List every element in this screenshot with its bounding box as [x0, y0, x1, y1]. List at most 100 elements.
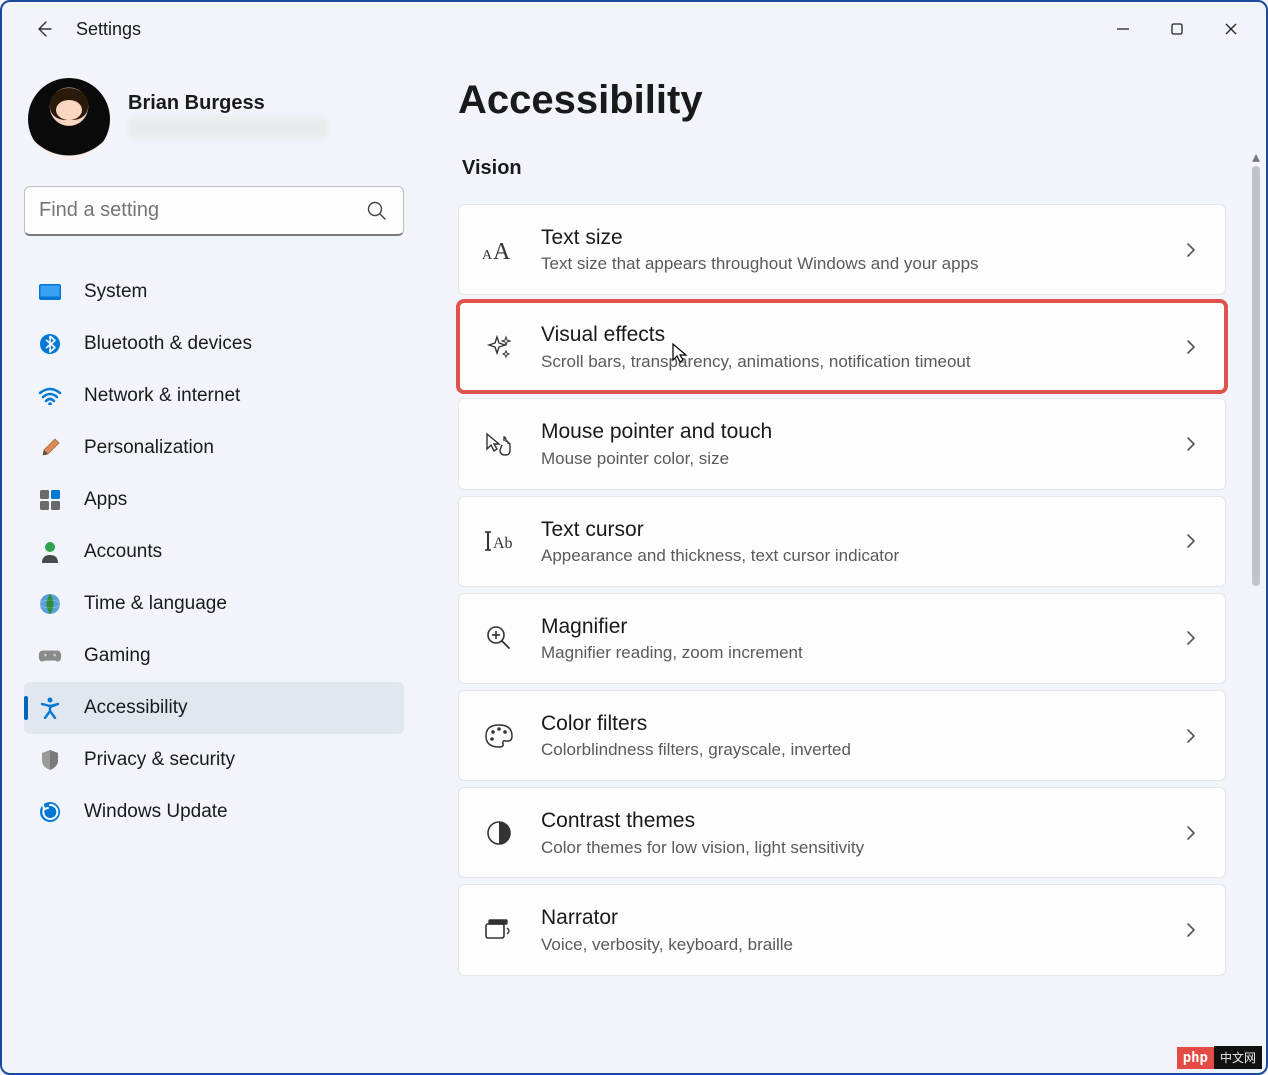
scroll-track[interactable]	[1252, 166, 1260, 1044]
search-icon	[366, 200, 388, 222]
card-visual-effects[interactable]: Visual effects Scroll bars, transparency…	[458, 301, 1226, 392]
chevron-right-icon	[1181, 240, 1201, 260]
sidebar-item-windows-update[interactable]: Windows Update	[24, 786, 404, 838]
wifi-icon	[38, 384, 62, 408]
gamepad-icon	[38, 644, 62, 668]
display-icon	[38, 280, 62, 304]
sidebar-item-personalization[interactable]: Personalization	[24, 422, 404, 474]
text-size-icon: AA	[481, 232, 517, 268]
avatar	[28, 78, 110, 160]
brush-icon	[38, 436, 62, 460]
card-subtitle: Color themes for low vision, light sensi…	[541, 836, 1169, 860]
maximize-button[interactable]	[1150, 11, 1204, 47]
card-title: Magnifier	[541, 612, 1169, 641]
apps-icon	[38, 488, 62, 512]
chevron-right-icon	[1181, 337, 1201, 357]
sidebar-item-bluetooth[interactable]: Bluetooth & devices	[24, 318, 404, 370]
page-title: Accessibility	[458, 78, 1226, 123]
card-mouse-pointer[interactable]: Mouse pointer and touch Mouse pointer co…	[458, 398, 1226, 489]
chevron-right-icon	[1181, 920, 1201, 940]
palette-icon	[481, 718, 517, 754]
search-input[interactable]	[24, 186, 404, 236]
sidebar-item-apps[interactable]: Apps	[24, 474, 404, 526]
update-icon	[38, 800, 62, 824]
sidebar-item-system[interactable]: System	[24, 266, 404, 318]
watermark-label-1: php	[1177, 1047, 1214, 1069]
minimize-icon	[1116, 22, 1130, 36]
sidebar-item-accounts[interactable]: Accounts	[24, 526, 404, 578]
sidebar-item-label: Network & internet	[84, 385, 240, 407]
chevron-right-icon	[1181, 726, 1201, 746]
sidebar-item-label: Bluetooth & devices	[84, 333, 252, 355]
maximize-icon	[1170, 22, 1184, 36]
chevron-right-icon	[1181, 434, 1201, 454]
person-icon	[38, 540, 62, 564]
user-name: Brian Burgess	[128, 92, 328, 115]
sparkle-icon	[481, 329, 517, 365]
card-title: Contrast themes	[541, 806, 1169, 835]
sidebar-item-network[interactable]: Network & internet	[24, 370, 404, 422]
card-list: AA Text size Text size that appears thro…	[458, 204, 1226, 976]
user-email-redacted	[128, 117, 328, 139]
chevron-right-icon	[1181, 823, 1201, 843]
scroll-up-arrow-icon[interactable]: ▴	[1250, 150, 1262, 164]
window-controls	[1096, 11, 1258, 47]
card-title: Color filters	[541, 709, 1169, 738]
svg-text:Ab: Ab	[493, 535, 513, 552]
scroll-thumb[interactable]	[1252, 166, 1260, 586]
pointer-touch-icon	[481, 426, 517, 462]
card-title: Text size	[541, 223, 1169, 252]
content: Accessibility Vision AA Text size Text s…	[422, 56, 1266, 1073]
sidebar: Brian Burgess System Bluetooth & devices…	[2, 56, 422, 1073]
text-cursor-icon: Ab	[481, 523, 517, 559]
magnifier-icon	[481, 620, 517, 656]
app-title: Settings	[76, 19, 141, 40]
search-container	[24, 186, 404, 236]
sidebar-item-accessibility[interactable]: Accessibility	[24, 682, 404, 734]
contrast-icon	[481, 815, 517, 851]
narrator-icon	[481, 912, 517, 948]
card-contrast-themes[interactable]: Contrast themes Color themes for low vis…	[458, 787, 1226, 878]
shield-icon	[38, 748, 62, 772]
sidebar-item-label: Apps	[84, 489, 127, 511]
sidebar-item-gaming[interactable]: Gaming	[24, 630, 404, 682]
close-button[interactable]	[1204, 11, 1258, 47]
card-color-filters[interactable]: Color filters Colorblindness filters, gr…	[458, 690, 1226, 781]
chevron-right-icon	[1181, 628, 1201, 648]
sidebar-item-label: Time & language	[84, 593, 227, 615]
card-title: Mouse pointer and touch	[541, 417, 1169, 446]
watermark-label-2: 中文网	[1214, 1046, 1262, 1069]
card-magnifier[interactable]: Magnifier Magnifier reading, zoom increm…	[458, 593, 1226, 684]
sidebar-item-label: Privacy & security	[84, 749, 235, 771]
sidebar-item-time-language[interactable]: Time & language	[24, 578, 404, 630]
sidebar-item-label: Windows Update	[84, 801, 228, 823]
back-button[interactable]	[30, 15, 58, 43]
card-subtitle: Colorblindness filters, grayscale, inver…	[541, 738, 1169, 762]
vertical-scrollbar[interactable]: ▴ ▾	[1250, 150, 1262, 1060]
nav-list: System Bluetooth & devices Network & int…	[24, 266, 404, 838]
accessibility-icon	[38, 696, 62, 720]
arrow-left-icon	[34, 19, 54, 39]
user-block[interactable]: Brian Burgess	[24, 78, 404, 160]
card-text-size[interactable]: AA Text size Text size that appears thro…	[458, 204, 1226, 295]
svg-text:A: A	[482, 248, 493, 263]
sidebar-item-label: Accounts	[84, 541, 162, 563]
watermark: php 中文网	[1177, 1046, 1262, 1069]
bluetooth-icon	[38, 332, 62, 356]
sidebar-item-label: Gaming	[84, 645, 151, 667]
card-text-cursor[interactable]: Ab Text cursor Appearance and thickness,…	[458, 496, 1226, 587]
card-subtitle: Magnifier reading, zoom increment	[541, 641, 1169, 665]
card-narrator[interactable]: Narrator Voice, verbosity, keyboard, bra…	[458, 884, 1226, 975]
card-subtitle: Mouse pointer color, size	[541, 447, 1169, 471]
card-subtitle: Text size that appears throughout Window…	[541, 252, 1169, 276]
card-title: Narrator	[541, 903, 1169, 932]
globe-icon	[38, 592, 62, 616]
minimize-button[interactable]	[1096, 11, 1150, 47]
card-subtitle: Scroll bars, transparency, animations, n…	[541, 350, 1169, 374]
sidebar-item-label: Accessibility	[84, 697, 187, 719]
close-icon	[1224, 22, 1238, 36]
card-title: Visual effects	[541, 320, 1169, 349]
title-bar: Settings	[2, 2, 1266, 56]
sidebar-item-label: Personalization	[84, 437, 214, 459]
sidebar-item-privacy[interactable]: Privacy & security	[24, 734, 404, 786]
